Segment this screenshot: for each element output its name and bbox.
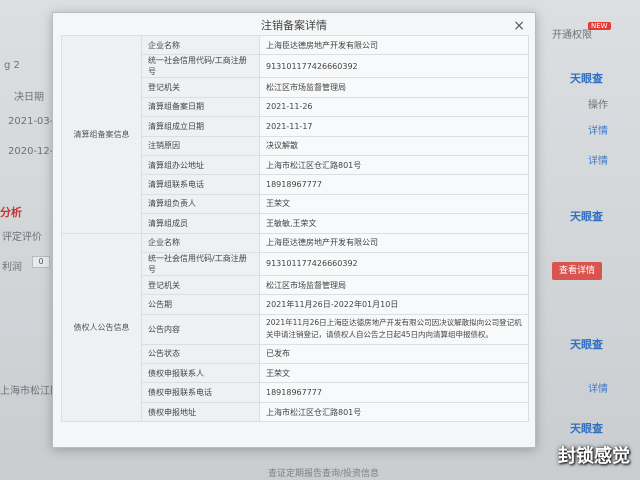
bg-right-link[interactable]: 开通权限 xyxy=(552,26,592,41)
bg-detail-link-2[interactable]: 详情 xyxy=(588,152,608,167)
deregistration-detail-modal: 注销备案详情 × 清算组备案信息 企业名称 上海臣达德房地产开发有限公司 统一社… xyxy=(52,12,536,448)
bg-left-text-6: 利润 xyxy=(2,262,22,273)
field-value: 2021-11-17 xyxy=(259,116,529,137)
field-label: 企业名称 xyxy=(141,34,260,56)
field-value: 2021-11-26 xyxy=(259,96,529,118)
field-label: 公告期 xyxy=(141,294,260,315)
field-value: 已发布 xyxy=(259,343,529,365)
field-value: 王敏敏,王荣文 xyxy=(259,213,529,234)
detail-table: 清算组备案信息 企业名称 上海臣达德房地产开发有限公司 统一社会信用代码/工商注… xyxy=(61,34,529,423)
field-value: 王荣文 xyxy=(259,363,529,384)
field-value: 上海臣达德房地产开发有限公司 xyxy=(259,232,529,253)
bg-view-detail-button[interactable]: 查看详情 xyxy=(552,262,602,280)
bg-left-text-5: 评定评价 xyxy=(2,232,42,243)
field-label: 债权申报联系电话 xyxy=(141,382,260,403)
table-row: 债权人公告信息 企业名称 上海臣达德房地产开发有限公司 xyxy=(61,232,529,423)
bg-detail-link-1[interactable]: 详情 xyxy=(588,122,608,137)
bg-detail-link-3[interactable]: 详情 xyxy=(588,380,608,395)
tianyancha-logo-4: 天眼查 xyxy=(570,422,603,435)
section-label-liquidation: 清算组备案信息 xyxy=(61,35,142,234)
field-label: 登记机关 xyxy=(141,274,260,296)
field-label: 清算组办公地址 xyxy=(141,154,260,176)
field-label: 清算组成员 xyxy=(141,213,260,234)
field-label: 企业名称 xyxy=(141,232,260,253)
bg-input-box: 0 xyxy=(32,256,50,268)
field-value: 上海市松江区仓汇路801号 xyxy=(259,154,529,176)
watermark-text: 封锁感觉 xyxy=(558,446,630,467)
bg-left-text-2: 决日期 xyxy=(14,92,44,103)
field-label: 公告状态 xyxy=(141,343,260,365)
field-value: 上海市松江区仓汇路801号 xyxy=(259,401,529,423)
close-icon[interactable]: × xyxy=(513,19,525,33)
field-value: 松江区市场监督管理局 xyxy=(259,77,529,98)
field-label: 清算组联系电话 xyxy=(141,174,260,195)
field-value: 上海臣达德房地产开发有限公司 xyxy=(259,34,529,56)
bg-bottom-text: 查证定期报告查询/投资信息 xyxy=(268,469,380,479)
modal-title: 注销备案详情 xyxy=(261,19,327,32)
field-value: 2021年11月26日-2022年01月10日 xyxy=(259,294,529,315)
field-label: 公告内容 xyxy=(141,313,260,345)
tianyancha-logo: 天眼查 xyxy=(570,72,603,85)
field-label: 清算组备案日期 xyxy=(141,96,260,118)
field-label: 债权申报地址 xyxy=(141,401,260,423)
field-label: 统一社会信用代码/工商注册号 xyxy=(141,54,260,79)
bg-section-heading: 分析 xyxy=(0,206,22,219)
field-label: 统一社会信用代码/工商注册号 xyxy=(141,251,260,276)
field-value: 松江区市场监督管理局 xyxy=(259,274,529,296)
section-label-creditor-notice: 债权人公告信息 xyxy=(61,232,142,423)
field-value: 王荣文 xyxy=(259,193,529,215)
table-row: 清算组备案信息 企业名称 上海臣达德房地产开发有限公司 xyxy=(61,34,529,234)
field-label: 清算组负责人 xyxy=(141,193,260,215)
field-value: 18918967777 xyxy=(259,174,529,195)
field-value: 18918967777 xyxy=(259,382,529,403)
notice-content: 2021年11月26日上海臣达德房地产开发有限公司因决议解散拟向公司登记机关申请… xyxy=(259,313,529,345)
bg-right-text-op: 操作 xyxy=(588,100,608,111)
bg-left-text-1: g 2 xyxy=(4,60,20,71)
bg-new-badge: NEW xyxy=(588,22,611,30)
field-label: 登记机关 xyxy=(141,77,260,98)
tianyancha-logo-2: 天眼查 xyxy=(570,210,603,223)
field-value: 决议解散 xyxy=(259,135,529,156)
field-value: 913101177426660392 xyxy=(259,54,529,79)
field-label: 债权申报联系人 xyxy=(141,363,260,384)
field-label: 清算组成立日期 xyxy=(141,116,260,137)
field-value: 913101177426660392 xyxy=(259,251,529,276)
tianyancha-logo-3: 天眼查 xyxy=(570,338,603,351)
field-label: 注销原因 xyxy=(141,135,260,156)
